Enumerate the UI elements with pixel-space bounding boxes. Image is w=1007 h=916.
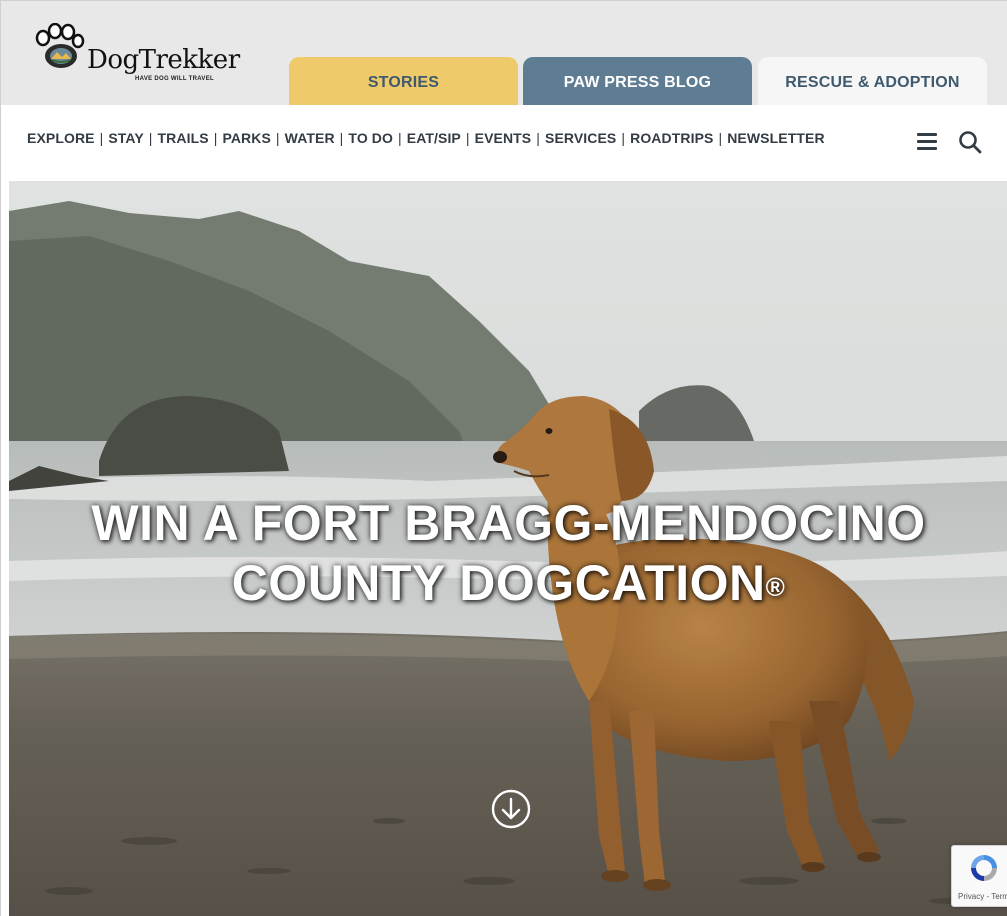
nav-link-eat-sip[interactable]: EAT/SIP (407, 130, 461, 146)
tab-rescue-adoption-label: RESCUE & ADOPTION (785, 74, 960, 91)
tab-stories-label: STORIES (367, 74, 440, 91)
nav-link-events[interactable]: EVENTS (475, 130, 532, 146)
recaptcha-logo-icon (971, 855, 997, 881)
nav-links: EXPLORE | STAY | TRAILS | PARKS | WATER | TO DO | EA… (27, 130, 825, 146)
registered-mark: ® (765, 572, 786, 602)
site-header: DogTrekker HAVE DOG WILL TRAVEL STORIES … (1, 1, 1007, 105)
nav-link-services[interactable]: SERVICES (545, 130, 616, 146)
nav-link-to-do[interactable]: TO DO (348, 130, 393, 146)
tab-stories[interactable]: STORIES (289, 57, 518, 105)
hero-title-line2: COUNTY DOGCATION (231, 555, 766, 611)
nav-link-trails[interactable]: TRAILS (158, 130, 209, 146)
nav-separator: | (275, 130, 280, 146)
brand-name: DogTrekker (87, 45, 240, 75)
nav-link-parks[interactable]: PARKS (222, 130, 270, 146)
dogtrekker-logo[interactable]: DogTrekker HAVE DOG WILL TRAVEL (33, 23, 253, 93)
paw-logo-icon (35, 23, 85, 68)
nav-separator: | (465, 130, 470, 146)
hero-banner: WIN A FORT BRAGG-MENDOCINO COUNTY DOGCAT… (9, 181, 1007, 916)
nav-link-water[interactable]: WATER (285, 130, 335, 146)
hero-title-line1: WIN A FORT BRAGG-MENDOCINO (91, 495, 926, 551)
nav-separator: | (621, 130, 626, 146)
brand-tagline: HAVE DOG WILL TRAVEL (135, 76, 214, 82)
nav-separator: | (148, 130, 153, 146)
nav-separator: | (213, 130, 218, 146)
nav-separator: | (536, 130, 540, 146)
nav-separator: | (99, 130, 104, 146)
page: DogTrekker HAVE DOG WILL TRAVEL STORIES … (0, 0, 1007, 916)
nav-link-newsletter[interactable]: NEWSLETTER (727, 130, 824, 146)
recaptcha-badge[interactable]: Privacy - Terms (951, 845, 1007, 907)
tab-paw-press-blog-label: PAW PRESS BLOG (563, 74, 712, 91)
tab-rescue-adoption[interactable]: RESCUE & ADOPTION (758, 57, 987, 105)
search-icon[interactable] (957, 129, 983, 155)
nav-link-roadtrips[interactable]: ROADTRIPS (630, 130, 713, 146)
nav-separator: | (718, 130, 723, 146)
hero-title: WIN A FORT BRAGG-MENDOCINO COUNTY DOGCAT… (9, 493, 1007, 613)
tab-paw-press-blog[interactable]: PAW PRESS BLOG (523, 57, 752, 105)
main-nav: EXPLORE | STAY | TRAILS | PARKS | WATER | TO DO | EA… (1, 105, 1007, 181)
hamburger-menu-icon[interactable] (917, 133, 937, 150)
nav-separator: | (339, 130, 344, 146)
nav-link-stay[interactable]: STAY (108, 130, 143, 146)
recaptcha-privacy-terms[interactable]: Privacy - Terms (958, 892, 1007, 901)
nav-separator: | (398, 130, 402, 146)
arrow-down-circle-icon[interactable] (491, 789, 531, 829)
nav-link-explore[interactable]: EXPLORE (27, 130, 95, 146)
hero-title-line2-wrap: COUNTY DOGCATION® (9, 553, 1007, 613)
